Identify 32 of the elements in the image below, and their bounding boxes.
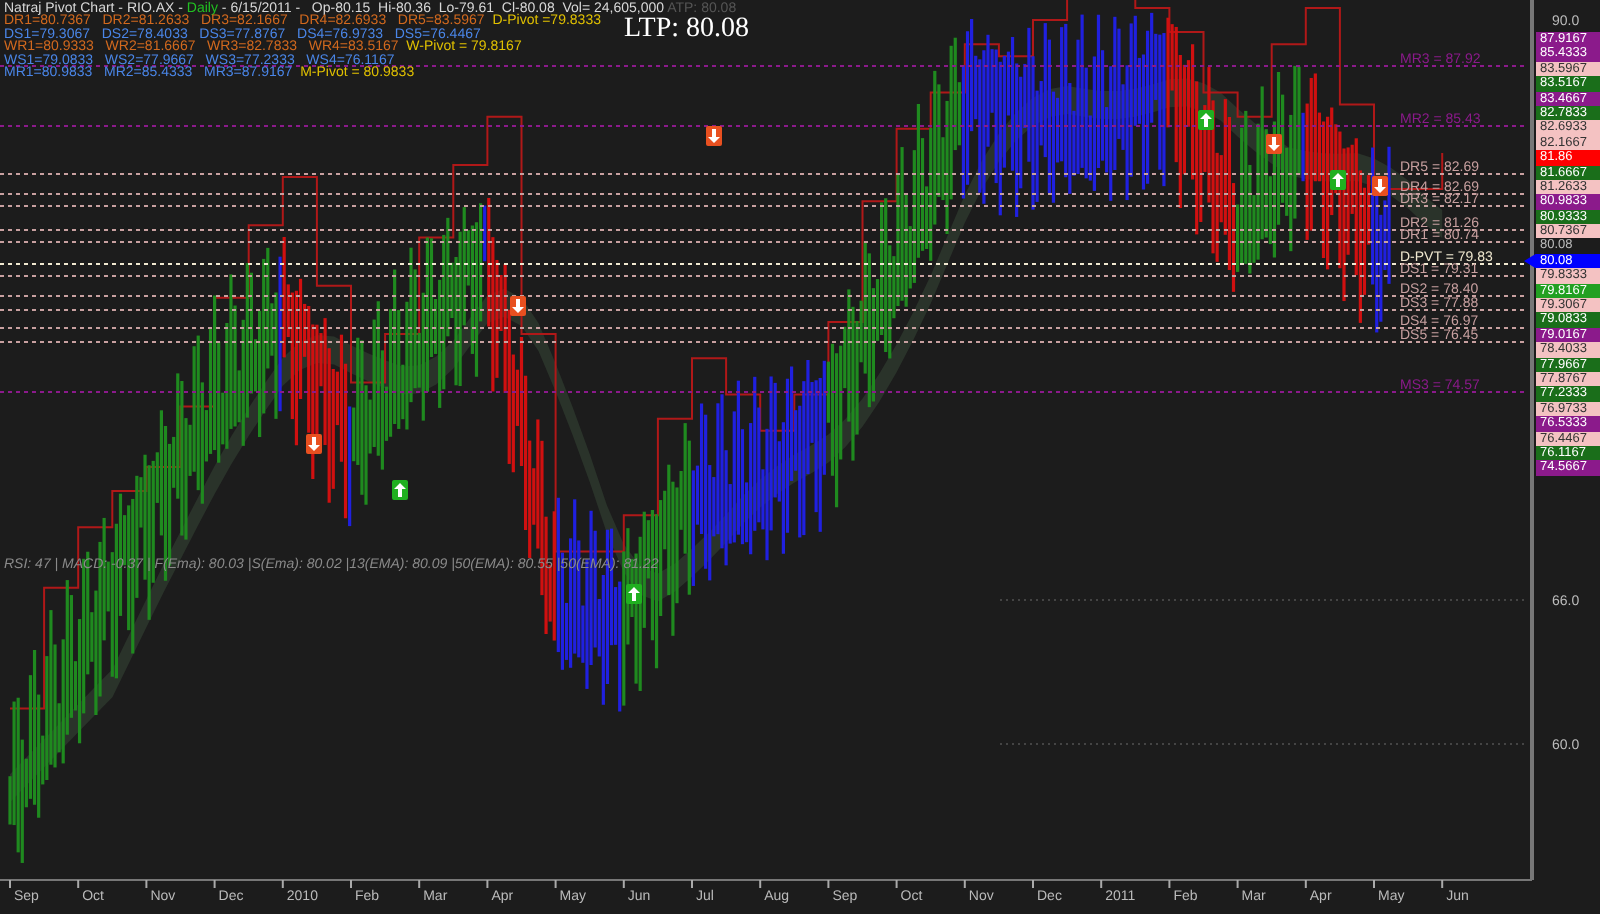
tick-mark [759, 879, 762, 889]
tick-mark [281, 879, 284, 889]
up-arrow-icon [392, 480, 408, 500]
tick-mark [486, 879, 489, 889]
tick-mark [554, 879, 557, 889]
tick-mark [895, 879, 898, 889]
tick-mark [9, 879, 11, 889]
up-arrow-icon [1198, 110, 1214, 130]
tick-mark [691, 879, 693, 889]
down-arrow-icon [306, 434, 322, 454]
down-arrow-icon [706, 126, 722, 146]
tick-mark [1304, 879, 1307, 889]
tick-mark [1441, 879, 1444, 889]
tick-mark [1236, 879, 1239, 889]
tick-mark [827, 879, 830, 889]
up-arrow-icon [1330, 170, 1346, 190]
last-traded-price: LTP: 80.08 [624, 16, 749, 44]
tick-mark [77, 879, 80, 889]
tick-mark [213, 879, 216, 889]
tick-mark [350, 879, 352, 889]
tick-mark [145, 879, 148, 889]
tick-mark [622, 879, 625, 889]
tick-mark [1100, 879, 1103, 889]
tick-mark [1373, 879, 1375, 889]
down-arrow-icon [1266, 134, 1282, 154]
tick-mark [1032, 879, 1034, 889]
down-arrow-icon [1372, 176, 1388, 196]
up-arrow-icon [626, 584, 642, 604]
down-arrow-icon [510, 296, 526, 316]
tick-mark [1168, 879, 1171, 889]
tick-mark [418, 879, 421, 889]
tick-mark [963, 879, 966, 889]
